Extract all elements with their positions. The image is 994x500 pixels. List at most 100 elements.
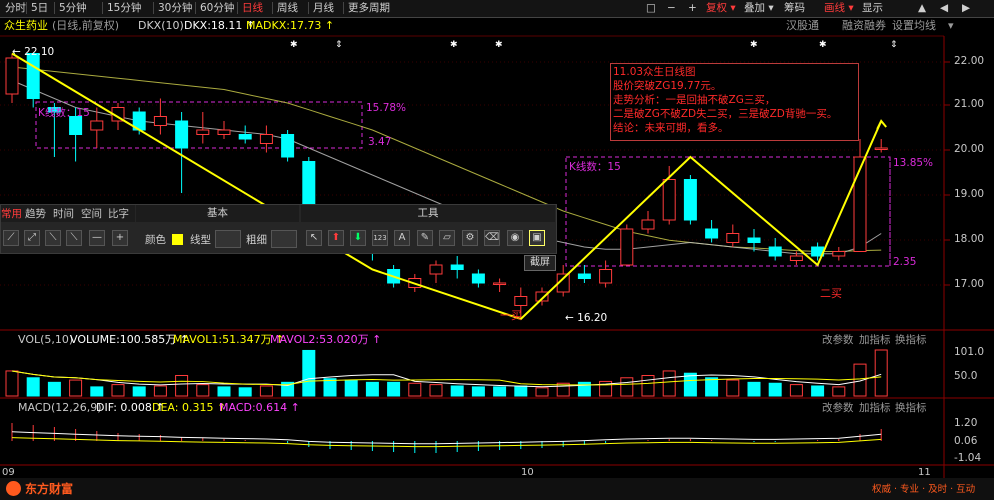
candle[interactable] (874, 147, 888, 150)
macd-switch-indicator-button[interactable]: 换指标 (895, 401, 927, 415)
volume-indicator-label[interactable]: VOL(5,10) (18, 333, 73, 347)
low-price-label: ← 16.20 (565, 312, 608, 324)
up-arrow-icon[interactable]: ⬆ (328, 230, 344, 246)
delete-icon[interactable]: ⌫ (484, 230, 500, 246)
macd-axis-min: -1.04 (954, 452, 982, 464)
section-basic: 基本 (136, 205, 299, 222)
draw-tool-0[interactable]: ⟋ (3, 230, 19, 246)
volume-bar (577, 381, 591, 397)
volume-bar (90, 386, 104, 397)
screenshot-icon[interactable]: ▣ (529, 230, 545, 246)
brand-slogan: 权威 · 专业 · 及时 · 互动 (872, 484, 976, 495)
macd-value: MACD:0.614 ↑ (219, 401, 300, 414)
macd-add-indicator-button[interactable]: 加指标 (859, 401, 891, 415)
draw-tool-3[interactable]: ⟍ (66, 230, 82, 246)
volume-bar (450, 385, 464, 397)
event-marker-icon[interactable]: ✱ (290, 40, 298, 50)
candle[interactable] (196, 129, 210, 135)
eye-icon[interactable]: ◉ (507, 230, 523, 246)
line-style-select[interactable] (215, 230, 241, 248)
candle[interactable] (153, 116, 167, 126)
draw-tool-2[interactable]: ⟍ (45, 230, 61, 246)
price-axis-label: 22.00 (954, 55, 985, 67)
volume-change-params-button[interactable]: 改参数 (822, 333, 854, 347)
draw-tool-4[interactable]: — (89, 230, 105, 246)
candle[interactable] (599, 269, 613, 284)
volume-add-indicator-button[interactable]: 加指标 (859, 333, 891, 347)
pen-icon[interactable]: ✎ (417, 230, 433, 246)
left-box-k-label: K线数：15 (38, 107, 90, 119)
pointer-icon[interactable]: ↖ (306, 230, 322, 246)
volume-switch-indicator-button[interactable]: 换指标 (895, 333, 927, 347)
tab-time[interactable]: 时间 (53, 207, 74, 221)
candle[interactable] (217, 129, 231, 135)
candle[interactable] (832, 251, 846, 257)
buy2-label: 二买 (820, 287, 842, 300)
candle[interactable] (259, 134, 273, 144)
tab-ratio[interactable]: 比字 (108, 207, 129, 221)
candle[interactable] (493, 282, 507, 285)
eraser-icon[interactable]: ▱ (439, 230, 455, 246)
volume-bar (832, 386, 846, 397)
volume-bar (323, 378, 337, 397)
volume-axis-max: 101.0 (954, 346, 985, 358)
color-swatch[interactable] (172, 234, 183, 245)
down-arrow-icon[interactable]: ⬇ (350, 230, 366, 246)
macd-axis-mid: 0.06 (954, 435, 978, 447)
candle[interactable] (26, 53, 40, 99)
candle[interactable] (768, 246, 782, 257)
event-marker-icon[interactable]: ⇕ (335, 40, 343, 50)
candle[interactable] (620, 228, 634, 266)
number-icon[interactable]: 123 (372, 230, 388, 246)
volume-bar (259, 385, 273, 397)
candle[interactable] (471, 273, 485, 284)
volume-bar (535, 387, 549, 397)
candle[interactable] (747, 237, 761, 243)
tab-space[interactable]: 空间 (81, 207, 102, 221)
candle[interactable] (662, 179, 676, 221)
volume-value: VOLUME:100.585万 ↑ (70, 333, 189, 346)
volume-bar (683, 372, 697, 397)
candle[interactable] (429, 264, 443, 275)
candle[interactable] (641, 219, 655, 230)
tab-trend[interactable]: 趋势 (25, 207, 46, 221)
annotation-line: 结论：未来可期，看多。 (613, 122, 729, 134)
macd-change-params-button[interactable]: 改参数 (822, 401, 854, 415)
volume-bar (47, 381, 61, 397)
candle[interactable] (5, 57, 19, 95)
price-axis-label: 19.00 (954, 188, 985, 200)
line-width-select[interactable] (271, 230, 297, 248)
candle[interactable] (705, 228, 719, 239)
tab-common[interactable]: 常用 (1, 207, 22, 221)
annotation-box[interactable]: 11.03众生日线图 股价突破ZG19.77元。 走势分析：一是回抽不破ZG三买… (610, 63, 859, 141)
event-marker-icon[interactable]: ✱ (819, 40, 827, 50)
volume-bar (344, 379, 358, 397)
candle[interactable] (175, 120, 189, 149)
candle[interactable] (90, 120, 104, 131)
settings-icon[interactable]: ⚙ (462, 230, 478, 246)
text-icon[interactable]: A (394, 230, 410, 246)
macd-indicator-label[interactable]: MACD(12,26,9) (18, 401, 102, 415)
event-marker-icon[interactable]: ⇕ (890, 40, 898, 50)
event-marker-icon[interactable]: ✱ (750, 40, 758, 50)
event-marker-icon[interactable]: ✱ (495, 40, 503, 50)
footer-bar: 东方财富 权威 · 专业 · 及时 · 互动 (0, 478, 994, 500)
brand-name: 东方财富 (25, 482, 74, 496)
candle[interactable] (577, 273, 591, 279)
candle[interactable] (683, 179, 697, 221)
event-marker-icon[interactable]: ✱ (450, 40, 458, 50)
draw-tool-5[interactable]: + (112, 230, 128, 246)
candle[interactable] (726, 233, 740, 243)
draw-tool-1[interactable]: ⤢ (24, 230, 40, 246)
annotation-line: 11.03众生日线图 (613, 66, 696, 78)
drawing-toolbar[interactable]: 常用 趋势 时间 空间 比字 基本 工具 ⟋ ⤢ ⟍ ⟍ — + ↖ ⬆ ⬇ 123 A ✎ ▱ ⚙ ⌫ ◉ ▣… (0, 204, 557, 254)
candle[interactable] (514, 296, 528, 306)
candle[interactable] (281, 134, 295, 158)
candle[interactable] (789, 255, 803, 261)
macd-axis-max: 1.20 (954, 417, 978, 429)
volume-bar (514, 385, 528, 397)
candle[interactable] (238, 134, 252, 140)
candle[interactable] (450, 264, 464, 270)
price-axis-label: 18.00 (954, 233, 985, 245)
price-axis-label: 17.00 (954, 278, 985, 290)
